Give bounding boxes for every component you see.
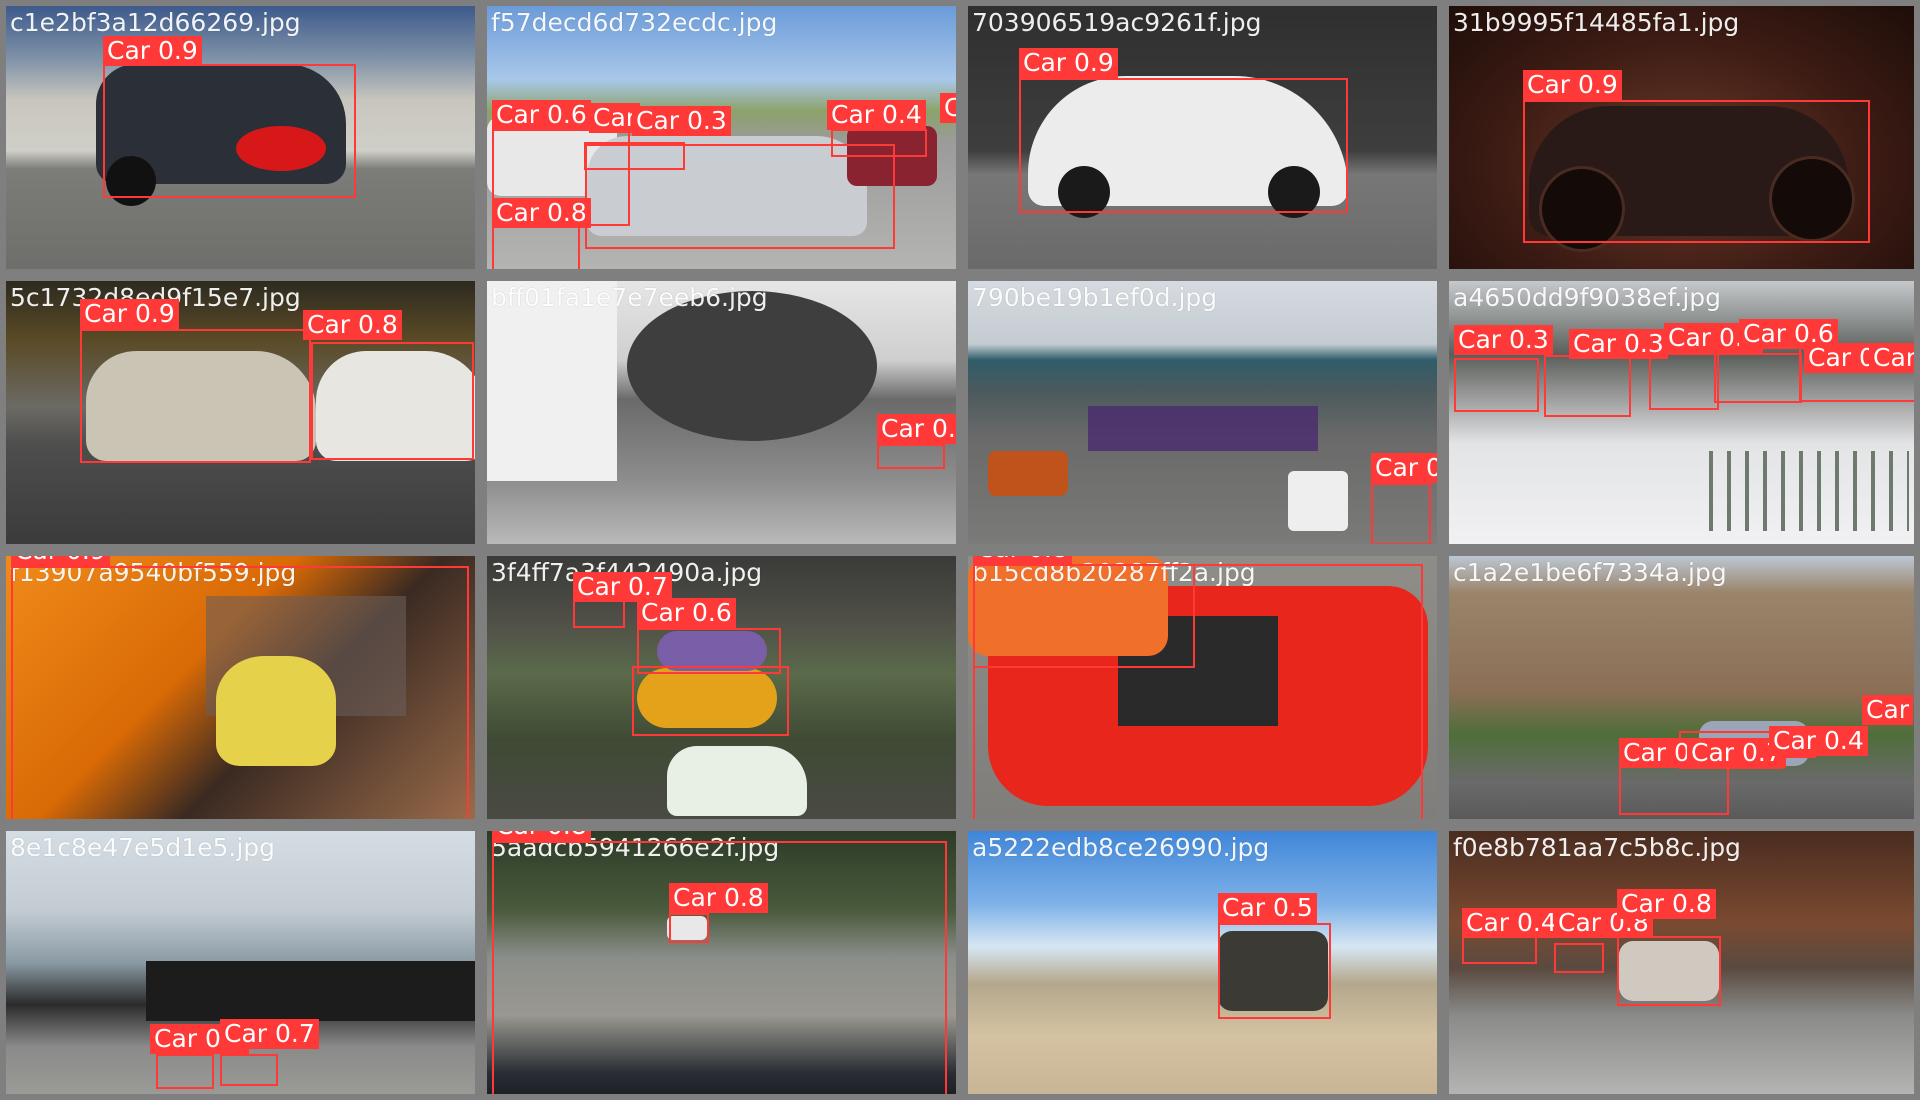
detection-box [311, 342, 474, 460]
detection-label: Car 0 [1869, 343, 1914, 373]
detection-box [877, 444, 945, 469]
detection-label: Car 0.4 [827, 100, 926, 130]
detection-label: Car 0.9 [103, 36, 202, 66]
detection-box [973, 564, 1195, 668]
detection-label: Car 0.8 [303, 310, 402, 340]
image-tile: f13907a9540bf559.jpg Car 0.9 [0, 550, 481, 825]
image-tile: a5222edb8ce26990.jpg Car 0.5 [962, 825, 1443, 1100]
detection-label: Car [1862, 695, 1914, 725]
detection-box [11, 566, 469, 819]
image-tile: 703906519ac9261f.jpg Car 0.9 [962, 0, 1443, 275]
detection-label: Car 0.8 [492, 198, 591, 228]
image-filename: 8e1c8e47e5d1e5.jpg [10, 833, 276, 862]
image-filename: 790be19b1ef0d.jpg [972, 283, 1218, 312]
image-tile: 3f4ff7a3f442490a.jpg Car 0.7 Car 0.6 [481, 550, 962, 825]
detection-box [1523, 100, 1870, 243]
image-filename: f57decd6d732ecdc.jpg [491, 8, 778, 37]
image-tile: a4650dd9f9038ef.jpg Car 0.3 Car 0.3 Car … [1443, 275, 1920, 550]
detection-box [220, 1054, 278, 1086]
detection-label: Car 0.8 [669, 883, 768, 913]
detection-label: Car 0.3 [1454, 325, 1553, 355]
detection-label: Car 0.8 [492, 831, 591, 841]
image-filename: c1a2e1be6f7334a.jpg [1453, 558, 1727, 587]
image-tile: 5c1732d8ed9f15e7.jpg Car 0.9 Car 0.8 [0, 275, 481, 550]
detection-label: Car 0.7 [220, 1019, 319, 1049]
detection-box [585, 144, 895, 249]
image-filename: 703906519ac9261f.jpg [972, 8, 1262, 37]
detection-box [1714, 353, 1802, 403]
detection-box [80, 329, 311, 463]
detection-label: Car 0.9 [1019, 48, 1118, 78]
detection-label: Car 0.7 [877, 414, 956, 444]
detection-label: Car 0.3 [1569, 329, 1668, 359]
detection-box [1617, 936, 1721, 1006]
image-filename: f0e8b781aa7c5b8c.jpg [1453, 833, 1741, 862]
detection-label: Car 0.8 [1617, 889, 1716, 919]
detection-label: Car 0.3 [632, 106, 731, 136]
detection-label: Car 0.5 [1218, 893, 1317, 923]
detection-box [1454, 358, 1539, 412]
image-filename: 31b9995f14485fa1.jpg [1453, 8, 1740, 37]
detection-box [573, 600, 625, 628]
detection-box [831, 129, 927, 157]
scene-bw-street [487, 281, 956, 544]
image-tile: c1e2bf3a12d66269.jpg Car 0.9 [0, 0, 481, 275]
detection-box [156, 1054, 214, 1089]
detection-grid: c1e2bf3a12d66269.jpg Car 0.9 f57decd6d73… [0, 0, 1920, 1100]
scene-parade [968, 281, 1437, 544]
image-tile: 5aadcb5941266e2f.jpg Car 0.8 Car 0.8 [481, 825, 962, 1100]
image-tile: b15cd8b20287ff2a.jpg Car 0.8 [962, 550, 1443, 825]
detection-label: Car 0.4 [1462, 908, 1561, 938]
detection-box [1544, 355, 1631, 417]
image-tile: f0e8b781aa7c5b8c.jpg Car 0.4 Car 0.8 Car… [1443, 825, 1920, 1100]
detection-box [632, 666, 789, 736]
detection-box [1462, 936, 1537, 964]
detection-box [1649, 353, 1719, 410]
detection-box [1371, 483, 1431, 544]
image-tile: 8e1c8e47e5d1e5.jpg Car 0.7 Car 0.7 [0, 825, 481, 1100]
detection-label: Car 0.4 [940, 93, 956, 123]
image-filename: a5222edb8ce26990.jpg [972, 833, 1270, 862]
image-tile: c1a2e1be6f7334a.jpg Car 0.6 Car 0.7 Car … [1443, 550, 1920, 825]
detection-box [1554, 943, 1604, 973]
detection-box [492, 226, 580, 269]
image-tile: f57decd6d732ecdc.jpg Car 0.6 Car Car 0.3… [481, 0, 962, 275]
image-filename: bff01fa1e7e7eeb6.jpg [491, 283, 768, 312]
detection-label: Car 0.9 [80, 299, 179, 329]
detection-box [669, 913, 709, 943]
scene-snowy-lot [1449, 281, 1914, 544]
image-filename: a4650dd9f9038ef.jpg [1453, 283, 1722, 312]
detection-label: Car 0.8 [973, 556, 1072, 564]
scene-desert-buggy [968, 831, 1437, 1094]
image-tile: 790be19b1ef0d.jpg Car 0.9 [962, 275, 1443, 550]
detection-box [1218, 923, 1331, 1019]
detection-box [492, 841, 947, 1094]
detection-label: Car 0.9 [1523, 70, 1622, 100]
detection-label: Car 0.6 [637, 598, 736, 628]
image-filename: c1e2bf3a12d66269.jpg [10, 8, 301, 37]
detection-label: Car 0.9 [1371, 453, 1437, 483]
detection-label: Car 0.4 [1769, 726, 1868, 756]
image-tile: 31b9995f14485fa1.jpg Car 0.9 [1443, 0, 1920, 275]
detection-box [103, 64, 356, 198]
detection-box [1019, 78, 1348, 213]
detection-label: Car 0.6 [492, 100, 591, 130]
image-tile: bff01fa1e7e7eeb6.jpg Car 0.7 [481, 275, 962, 550]
detection-label: Car 0.9 [11, 556, 110, 566]
